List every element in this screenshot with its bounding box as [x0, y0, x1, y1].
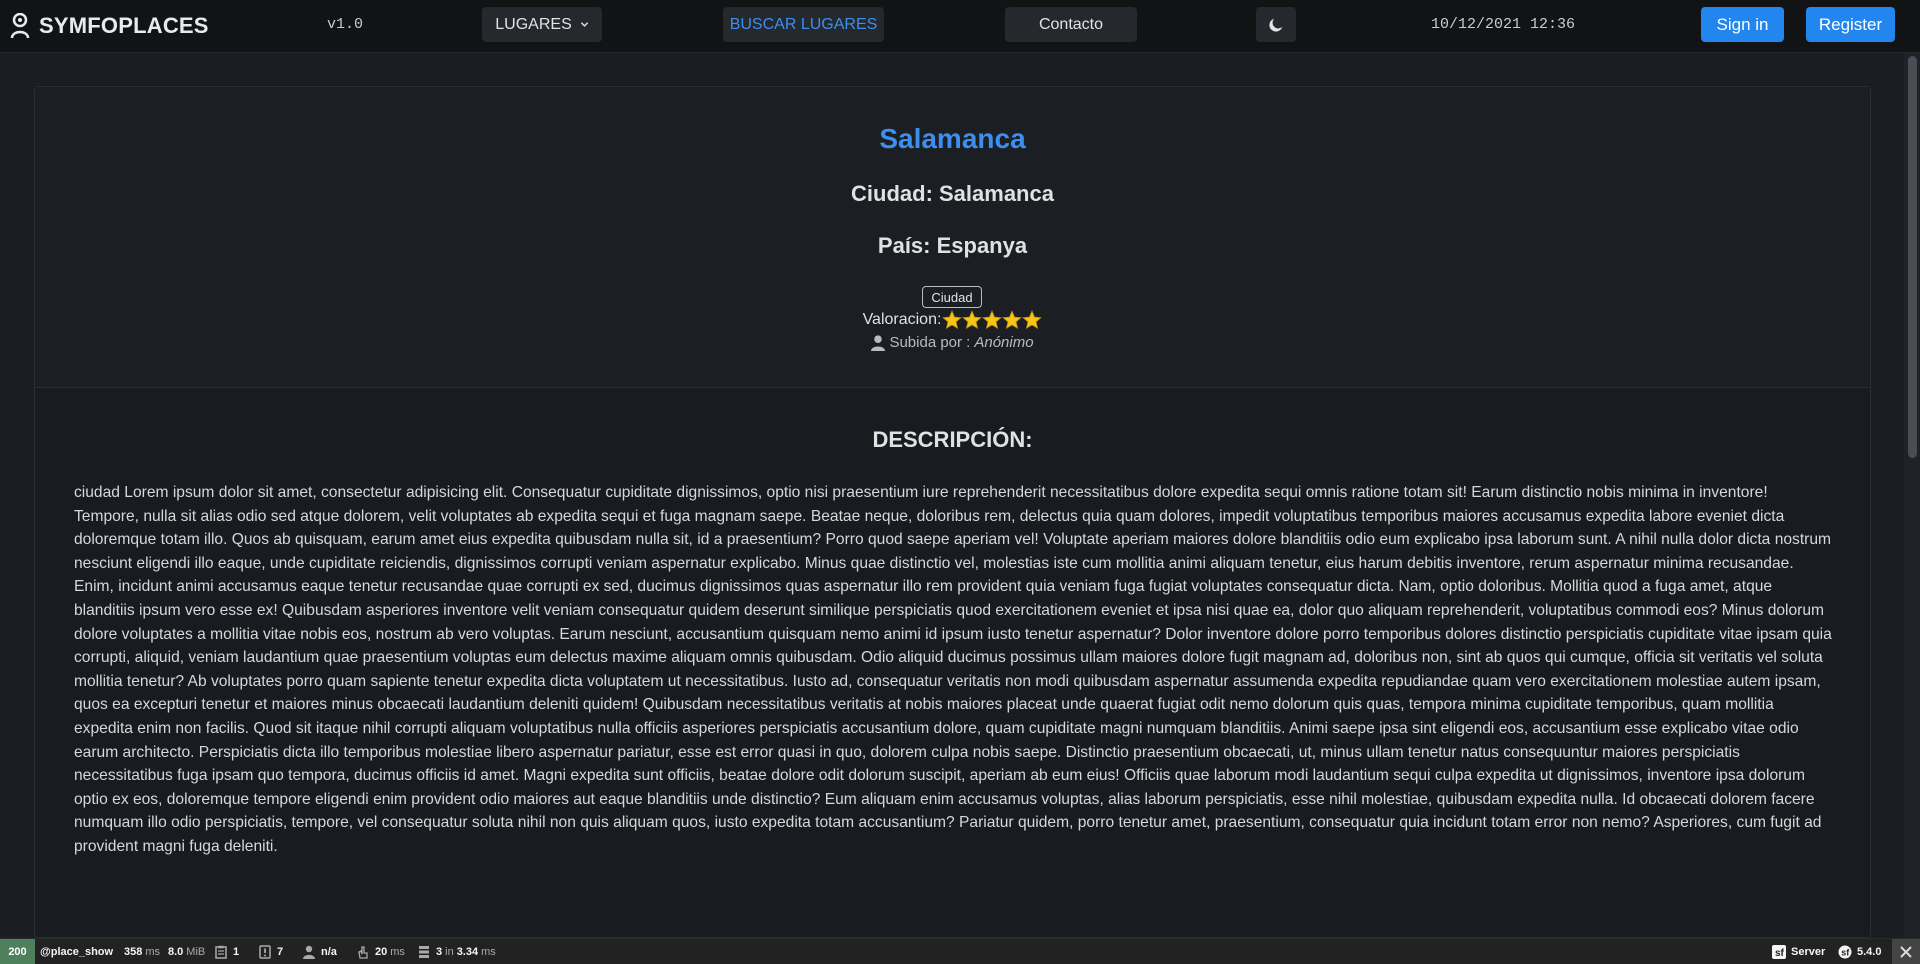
validator-panel[interactable]: 7 — [258, 939, 283, 964]
place-title: Salamanca — [879, 123, 1026, 154]
server-label: Server — [1791, 946, 1826, 958]
events-panel[interactable]: 20 ms — [356, 939, 405, 964]
events-time-value: 20 — [375, 946, 388, 958]
place-type-badge: Ciudad — [922, 286, 982, 308]
memory-unit: MiB — [186, 946, 206, 958]
place-rating: Valoracion: — [35, 310, 1870, 330]
events-time-unit: ms — [390, 946, 405, 958]
place-city: Ciudad: Salamanca — [851, 181, 1054, 206]
place-country: País: Espanya — [877, 233, 1028, 258]
user-icon — [303, 945, 315, 959]
contacto-link[interactable]: Contacto — [1005, 7, 1137, 42]
forms-count: 1 — [233, 946, 240, 958]
svg-text:sf: sf — [1841, 948, 1850, 958]
database-panel[interactable]: 3 in 3.34 ms — [417, 939, 496, 964]
top-navbar: SYMFOPLACES v1.0 LUGARES BUSCAR LUGARES … — [0, 0, 1920, 53]
rating-stars — [942, 310, 1043, 330]
register-button[interactable]: Register — [1806, 7, 1895, 42]
forms-panel[interactable]: 1 — [214, 939, 239, 964]
place-card: Salamanca Ciudad: Salamanca País: Espany… — [34, 86, 1871, 938]
request-time[interactable]: 358 ms — [124, 939, 160, 964]
db-in-label: in — [445, 946, 454, 958]
security-user: n/a — [321, 946, 337, 958]
lugares-dropdown[interactable]: LUGARES — [482, 7, 602, 42]
description-title: DESCRIPCIÓN: — [872, 427, 1033, 452]
uploaded-by: Subida por : Anónimo — [35, 334, 1870, 351]
description-text: ciudad Lorem ipsum dolor sit amet, conse… — [74, 484, 1832, 855]
user-icon — [871, 334, 886, 351]
app-version: v1.0 — [327, 16, 364, 33]
place-card-header: Salamanca Ciudad: Salamanca País: Espany… — [35, 87, 1870, 388]
chevron-down-icon — [580, 22, 588, 27]
rating-label: Valoracion: — [862, 311, 942, 328]
symfony-server-icon: sf — [1772, 945, 1786, 959]
validator-icon — [259, 945, 271, 959]
clipboard-icon — [215, 945, 227, 959]
db-time-unit: ms — [481, 946, 496, 958]
sign-in-button[interactable]: Sign in — [1701, 7, 1784, 42]
db-time-value: 3.34 — [456, 946, 479, 958]
page-scrollbar-thumb[interactable] — [1908, 56, 1917, 458]
close-icon — [1900, 946, 1912, 958]
star-icon — [1002, 310, 1023, 330]
request-time-unit: ms — [145, 946, 161, 958]
symfony-version: 5.4.0 — [1857, 946, 1882, 958]
debug-toolbar: 200 @place_show 358 ms 8.0 MiB 1 7 n/a 2… — [0, 938, 1920, 964]
route-name-text: @place_show — [40, 946, 114, 958]
brand-link[interactable]: SYMFOPLACES — [9, 11, 209, 41]
route-name[interactable]: @place_show — [40, 939, 113, 964]
security-panel[interactable]: n/a — [302, 939, 337, 964]
uploaded-by-label: Subida por : — [889, 334, 971, 351]
moon-icon — [1269, 18, 1283, 32]
toolbar-close-button[interactable] — [1892, 939, 1920, 964]
uploader-name: Anónimo — [974, 334, 1034, 351]
star-icon — [1022, 310, 1043, 330]
star-icon — [942, 310, 963, 330]
server-panel[interactable]: sf Server — [1772, 939, 1825, 964]
event-hand-icon — [358, 946, 368, 959]
memory-usage[interactable]: 8.0 MiB — [168, 939, 205, 964]
theme-toggle-button[interactable] — [1256, 7, 1296, 42]
svg-text:sf: sf — [1775, 948, 1785, 959]
db-query-count: 3 — [436, 946, 443, 958]
symfony-logo-icon: sf — [1838, 945, 1852, 959]
request-time-value: 358 — [124, 946, 143, 958]
current-datetime: 10/12/2021 12:36 — [1431, 16, 1576, 33]
memory-value: 8.0 — [168, 946, 184, 958]
database-icon — [419, 946, 429, 958]
status-code-badge[interactable]: 200 — [0, 939, 35, 964]
validator-count: 7 — [277, 946, 284, 958]
symfony-version-panel[interactable]: sf 5.4.0 — [1838, 939, 1881, 964]
buscar-lugares-link[interactable]: BUSCAR LUGARES — [723, 7, 884, 42]
star-icon — [962, 310, 983, 330]
brand-name: SYMFOPLACES — [39, 13, 209, 38]
person-logo-icon — [10, 13, 30, 39]
lugares-dropdown-label: LUGARES — [495, 15, 572, 33]
star-icon — [982, 310, 1003, 330]
